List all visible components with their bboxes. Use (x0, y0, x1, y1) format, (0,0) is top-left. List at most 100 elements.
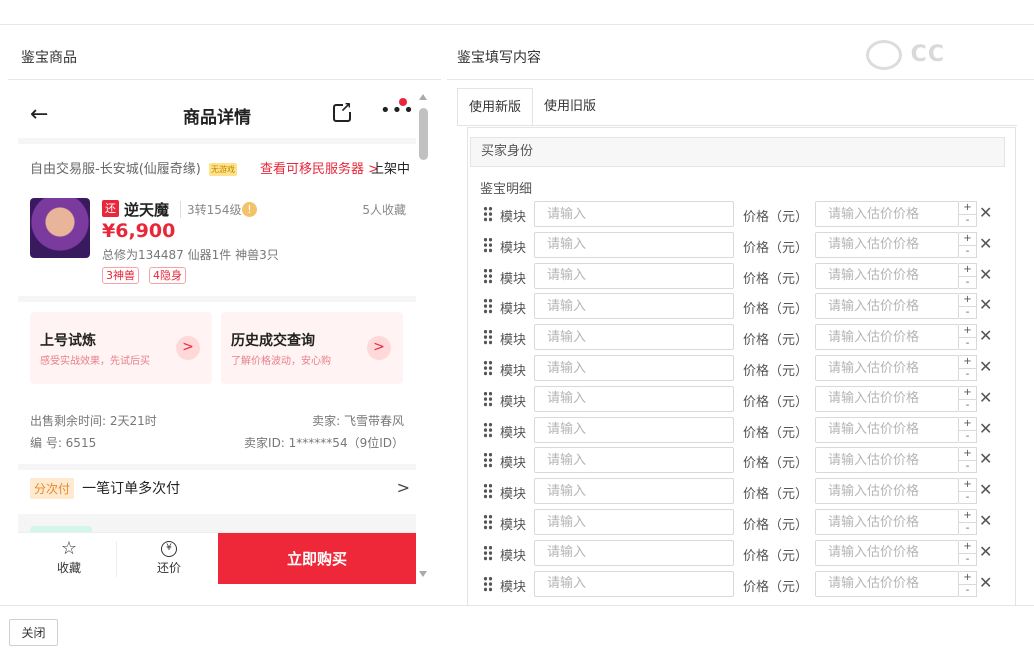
price-input[interactable] (815, 416, 959, 443)
close-icon[interactable]: ✕ (979, 511, 992, 530)
price-input[interactable] (815, 201, 959, 227)
price-input[interactable] (815, 262, 959, 289)
increment-button[interactable]: + (959, 356, 976, 368)
close-button[interactable]: 关闭 (9, 619, 58, 646)
increment-button[interactable]: + (959, 448, 976, 460)
close-icon[interactable]: ✕ (979, 388, 992, 407)
decrement-button[interactable]: - (959, 460, 976, 472)
buy-now-button[interactable]: 立即购买 (218, 533, 416, 584)
phone-scrollbar[interactable] (417, 92, 429, 584)
close-icon[interactable]: ✕ (979, 295, 992, 314)
module-input[interactable] (534, 324, 734, 351)
price-input[interactable] (815, 355, 959, 381)
decrement-button[interactable]: - (959, 337, 976, 349)
decrement-button[interactable]: - (959, 398, 976, 411)
scroll-up-arrow[interactable] (419, 94, 427, 100)
migratable-server-link[interactable]: 查看可移民服务器 > (260, 158, 379, 177)
close-icon[interactable]: ✕ (979, 542, 992, 561)
increment-button[interactable]: + (959, 387, 976, 399)
increment-button[interactable]: + (959, 325, 976, 337)
decrement-button[interactable]: - (959, 214, 976, 226)
module-input[interactable] (534, 201, 734, 227)
module-input[interactable] (534, 385, 734, 412)
price-input[interactable] (815, 293, 959, 320)
module-input[interactable] (534, 416, 734, 443)
drag-handle-icon[interactable] (483, 544, 493, 561)
counter-offer-button[interactable]: ¥ 还价 (144, 541, 194, 576)
close-icon[interactable]: ✕ (979, 203, 992, 222)
drag-handle-icon[interactable] (483, 206, 493, 222)
close-icon[interactable]: ✕ (979, 419, 992, 438)
decrement-button[interactable]: - (959, 275, 976, 288)
increment-button[interactable]: + (959, 572, 976, 584)
close-icon[interactable]: ✕ (979, 326, 992, 345)
increment-button[interactable]: + (959, 510, 976, 522)
buyer-identity-section[interactable]: 买家身份 (470, 137, 1005, 167)
module-input[interactable] (534, 478, 734, 505)
favorite-button[interactable]: ☆ 收藏 (44, 539, 94, 576)
drag-handle-icon[interactable] (483, 267, 493, 284)
increment-button[interactable]: + (959, 264, 976, 276)
increment-button[interactable]: + (959, 202, 976, 214)
increment-button[interactable]: + (959, 541, 976, 553)
more-icon[interactable]: ••• (380, 100, 415, 121)
decrement-button[interactable]: - (959, 429, 976, 442)
decrement-button[interactable]: - (959, 552, 976, 565)
installment-row[interactable]: 分次付 一笔订单多次付 > (30, 478, 410, 502)
close-icon[interactable]: ✕ (979, 357, 992, 376)
increment-button[interactable]: + (959, 294, 976, 306)
drag-handle-icon[interactable] (483, 483, 493, 500)
drag-handle-icon[interactable] (483, 236, 493, 253)
price-input[interactable] (815, 324, 959, 351)
price-label: 价格（元） (743, 425, 809, 441)
divider (457, 125, 1017, 126)
yuan-icon: ¥ (161, 541, 177, 557)
info-icon[interactable]: ! (242, 202, 257, 217)
drag-handle-icon[interactable] (483, 390, 493, 407)
increment-button[interactable]: + (959, 479, 976, 491)
drag-handle-icon[interactable] (483, 329, 493, 346)
drag-handle-icon[interactable] (483, 421, 493, 438)
decrement-button[interactable]: - (959, 491, 976, 503)
price-input[interactable] (815, 385, 959, 412)
scroll-thumb[interactable] (419, 108, 428, 160)
decrement-button[interactable]: - (959, 583, 976, 596)
module-input[interactable] (534, 509, 734, 535)
increment-button[interactable]: + (959, 418, 976, 430)
module-input[interactable] (534, 231, 734, 258)
price-input[interactable] (815, 509, 959, 535)
module-input[interactable] (534, 355, 734, 381)
price-input[interactable] (815, 478, 959, 505)
drag-handle-icon[interactable] (483, 452, 493, 469)
history-deal-card[interactable]: 历史成交查询 了解价格波动，安心购 > (221, 312, 403, 384)
footer-bar: 关闭 (0, 605, 1034, 662)
price-input[interactable] (815, 231, 959, 258)
scroll-down-arrow[interactable] (419, 571, 427, 577)
tab-new-version[interactable]: 使用新版 (457, 88, 534, 126)
decrement-button[interactable]: - (959, 522, 976, 534)
tab-old-version[interactable]: 使用旧版 (533, 88, 607, 126)
close-icon[interactable]: ✕ (979, 449, 992, 468)
close-icon[interactable]: ✕ (979, 573, 992, 592)
close-icon[interactable]: ✕ (979, 265, 992, 284)
price-input[interactable] (815, 447, 959, 474)
trial-login-card[interactable]: 上号试炼 感受实战效果，先试后买 > (30, 312, 212, 384)
module-input[interactable] (534, 262, 734, 289)
close-icon[interactable]: ✕ (979, 480, 992, 499)
decrement-button[interactable]: - (959, 244, 976, 257)
decrement-button[interactable]: - (959, 368, 976, 380)
drag-handle-icon[interactable] (483, 298, 493, 315)
drag-handle-icon[interactable] (483, 575, 493, 592)
price-input[interactable] (815, 539, 959, 566)
module-input[interactable] (534, 570, 734, 597)
decrement-button[interactable]: - (959, 306, 976, 318)
drag-handle-icon[interactable] (483, 360, 493, 376)
price-input[interactable] (815, 570, 959, 597)
module-input[interactable] (534, 447, 734, 474)
module-input[interactable] (534, 293, 734, 320)
close-icon[interactable]: ✕ (979, 234, 992, 253)
increment-button[interactable]: + (959, 233, 976, 245)
character-avatar[interactable] (30, 198, 90, 258)
drag-handle-icon[interactable] (483, 514, 493, 530)
module-input[interactable] (534, 539, 734, 566)
